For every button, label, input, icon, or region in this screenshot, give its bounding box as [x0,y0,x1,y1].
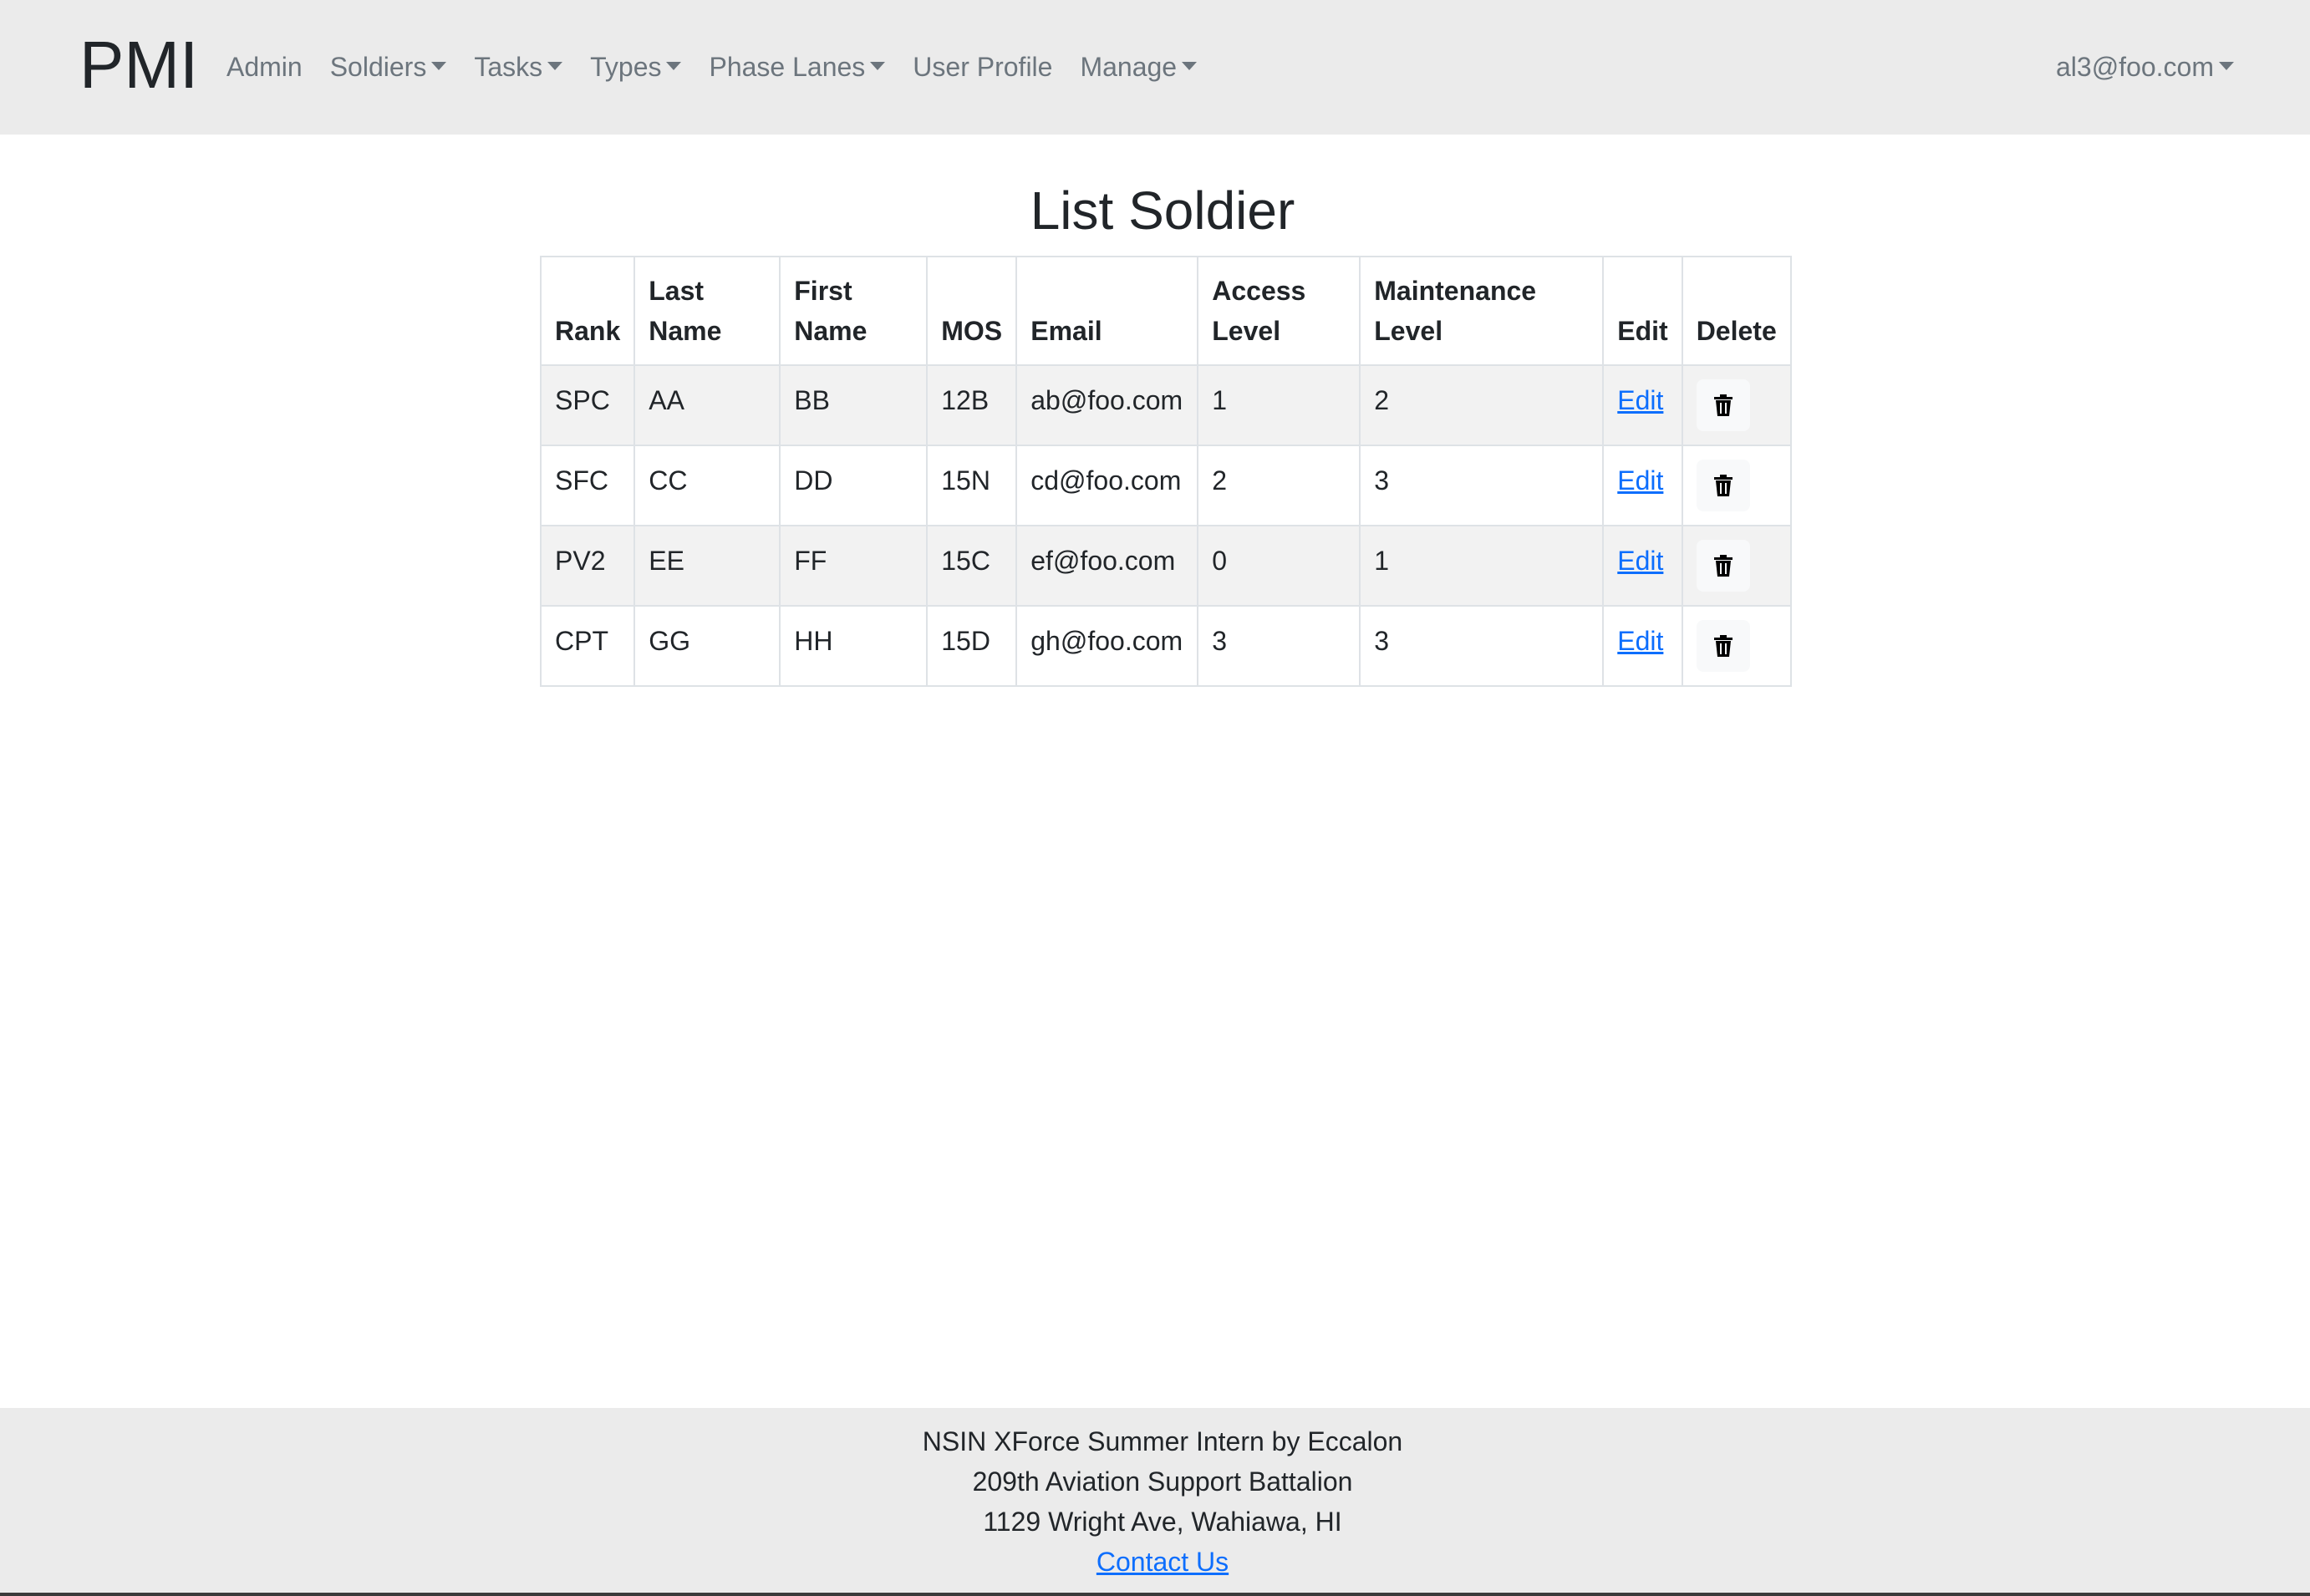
cell-email: ab@foo.com [1015,364,1199,446]
caret-down-icon [666,62,682,70]
caret-down-icon [547,62,563,70]
nav-menu: Admin Soldiers Tasks Types Phase Lanes U… [226,43,1224,90]
trash-icon [1713,475,1732,496]
edit-link[interactable]: Edit [1617,546,1663,576]
cell-last-name: AA [633,364,781,446]
cell-delete [1681,605,1792,687]
cell-rank: CPT [539,605,636,687]
footer-unit: 209th Aviation Support Battalion [972,1466,1353,1497]
nav-item-manage[interactable]: Manage [1080,51,1198,83]
contact-us-link[interactable]: Contact Us [1096,1547,1229,1577]
edit-link[interactable]: Edit [1617,626,1663,656]
table-row: PV2 EE FF 15C ef@foo.com 0 1 Edit [539,525,1792,607]
cell-last-name: CC [633,445,781,526]
col-header-access-level: Access Level [1197,256,1361,366]
col-header-delete: Delete [1681,256,1792,366]
footer-border [0,1593,2310,1596]
caret-down-icon [431,62,447,70]
cell-edit: Edit [1602,445,1683,526]
cell-access-level: 3 [1197,605,1361,687]
cell-edit: Edit [1602,605,1683,687]
cell-last-name: EE [633,525,781,607]
delete-button[interactable] [1696,620,1750,672]
table-header-row: Rank Last Name First Name MOS Email Acce… [539,256,1792,366]
cell-mos: 12B [926,364,1018,446]
edit-link[interactable]: Edit [1617,465,1663,496]
nav-item-admin[interactable]: Admin [226,52,303,83]
edit-link[interactable]: Edit [1617,385,1663,415]
cell-email: gh@foo.com [1015,605,1199,687]
delete-button[interactable] [1696,540,1750,592]
col-header-mos: MOS [926,256,1018,366]
nav-item-label: Admin [226,51,303,82]
col-header-first-name: First Name [779,256,929,366]
nav-item-user-profile[interactable]: User Profile [913,52,1052,83]
brand-logo[interactable]: PMI [79,23,198,107]
nav-item-tasks[interactable]: Tasks [474,51,563,83]
user-email: al3@foo.com [2055,51,2214,82]
delete-button[interactable] [1696,460,1750,511]
cell-access-level: 1 [1197,364,1361,446]
cell-access-level: 0 [1197,525,1361,607]
soldier-table: Rank Last Name First Name MOS Email Acce… [539,256,1792,687]
cell-mos: 15D [926,605,1018,687]
delete-button[interactable] [1696,379,1750,431]
nav-item-label: Phase Lanes [709,51,866,82]
nav-item-label: Manage [1080,51,1178,82]
cell-rank: SFC [539,445,636,526]
footer-address: 1129 Wright Ave, Wahiawa, HI [983,1507,1342,1537]
cell-maintenance-level: 1 [1359,525,1605,607]
nav-item-label: User Profile [913,51,1053,82]
caret-down-icon [870,62,886,70]
nav-item-types[interactable]: Types [590,51,682,83]
cell-first-name: FF [779,525,929,607]
cell-mos: 15C [926,525,1018,607]
col-header-edit: Edit [1602,256,1683,366]
caret-down-icon [2219,62,2234,70]
cell-delete [1681,445,1792,526]
cell-rank: SPC [539,364,636,446]
cell-first-name: DD [779,445,929,526]
cell-mos: 15N [926,445,1018,526]
col-header-maintenance-level: Maintenance Level [1359,256,1605,366]
footer-credit: NSIN XForce Summer Intern by Eccalon [922,1426,1403,1456]
nav-item-label: Tasks [474,51,543,82]
col-header-rank: Rank [539,256,636,366]
table-row: CPT GG HH 15D gh@foo.com 3 3 Edit [539,605,1792,687]
trash-icon [1713,394,1732,416]
page-title: List Soldier [1030,180,1295,241]
nav-item-soldiers[interactable]: Soldiers [330,52,447,83]
table-row: SFC CC DD 15N cd@foo.com 2 3 Edit [539,445,1792,526]
caret-down-icon [1182,62,1198,70]
nav-item-phase-lanes[interactable]: Phase Lanes [709,51,886,83]
cell-edit: Edit [1602,364,1683,446]
cell-delete [1681,364,1792,446]
user-menu-dropdown[interactable]: al3@foo.com [2056,43,2234,90]
cell-edit: Edit [1602,525,1683,607]
col-header-last-name: Last Name [633,256,781,366]
cell-delete [1681,525,1792,607]
cell-first-name: BB [779,364,929,446]
cell-maintenance-level: 3 [1359,445,1605,526]
cell-first-name: HH [779,605,929,687]
trash-icon [1713,555,1732,577]
nav-item-label: Soldiers [329,51,427,82]
table-row: SPC AA BB 12B ab@foo.com 1 2 Edit [539,364,1792,446]
top-navbar: PMI Admin Soldiers Tasks Types Phase Lan… [0,0,2310,135]
cell-rank: PV2 [539,525,636,607]
cell-access-level: 2 [1197,445,1361,526]
trash-icon [1713,635,1732,657]
cell-maintenance-level: 3 [1359,605,1605,687]
cell-last-name: GG [633,605,781,687]
nav-item-label: Types [590,51,662,82]
cell-maintenance-level: 2 [1359,364,1605,446]
cell-email: ef@foo.com [1015,525,1199,607]
cell-email: cd@foo.com [1015,445,1199,526]
col-header-email: Email [1015,256,1199,366]
page-footer: NSIN XForce Summer Intern by Eccalon 209… [0,1408,2310,1596]
